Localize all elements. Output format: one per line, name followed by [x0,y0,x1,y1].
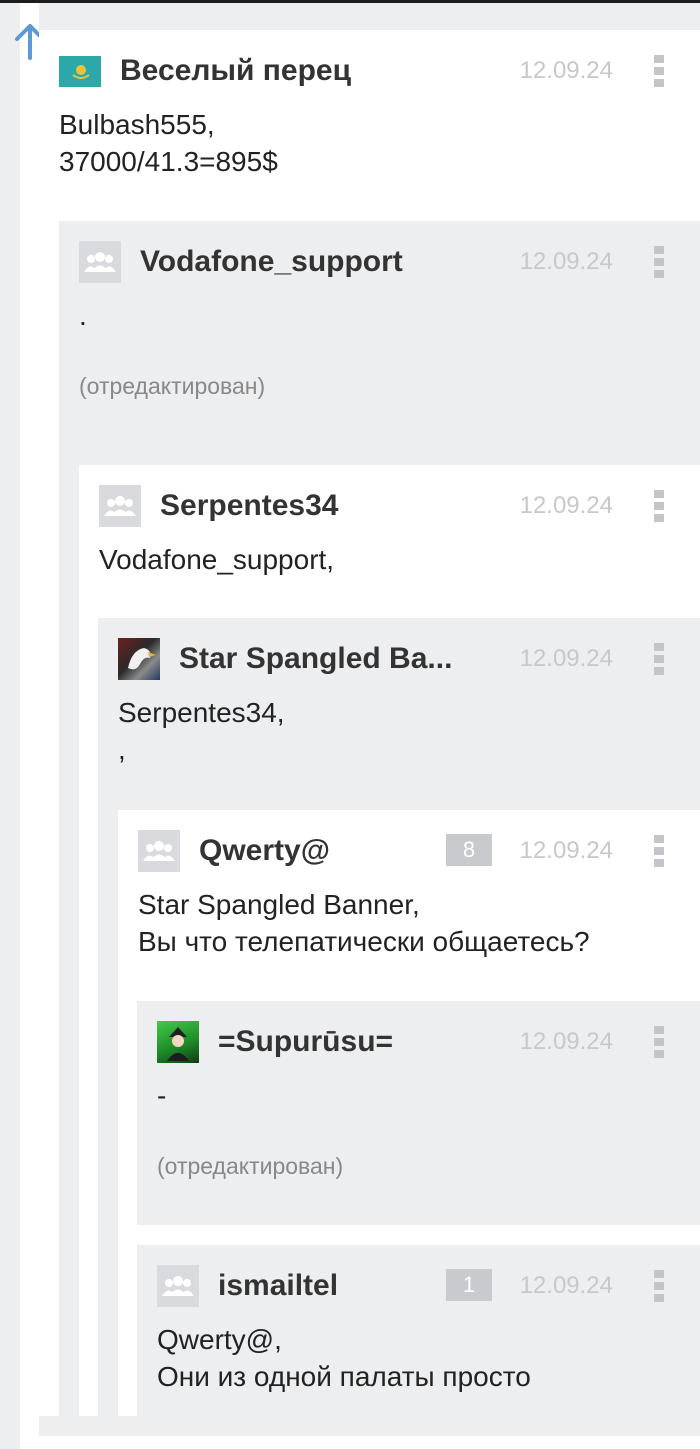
comment-header: Веселый перец 12.09.24 [59,50,700,92]
comment-date: 12.09.24 [519,57,613,84]
author-name[interactable]: Serpentes34 [160,485,338,527]
rating-badge: 1 [446,1269,492,1301]
avatar[interactable] [79,241,121,283]
comment-text: Qwerty@, Они из одной палаты просто [157,1324,531,1392]
more-options-icon[interactable] [654,246,664,278]
edited-label: (отредактирован) [157,1153,344,1179]
comment-date: 12.09.24 [519,645,613,672]
author-name[interactable]: Веселый перец [120,50,351,92]
comment-header: ismailtel 1 12.09.24 [157,1265,700,1307]
users-icon [104,496,136,516]
more-options-icon[interactable] [654,1270,664,1302]
comment-header: Vodafone_support 12.09.24 [79,241,700,283]
comment-4: Star Spangled Ba... 12.09.24 Serpentes34… [98,618,700,1416]
comment-header: Star Spangled Ba... 12.09.24 [118,638,700,680]
author-name[interactable]: Vodafone_support [140,241,403,283]
more-options-icon[interactable] [654,643,664,675]
avatar[interactable] [59,56,101,87]
more-options-icon[interactable] [654,490,664,522]
rating-badge: 8 [446,834,492,866]
edited-label: (отредактирован) [79,373,266,399]
users-icon [162,1276,194,1296]
comment-date: 12.09.24 [519,248,613,275]
thread-line[interactable] [20,3,39,1449]
comment-text: Bulbash555, 37000/41.3=895$ [59,109,278,177]
comment-6: =Supurūsu= 12.09.24 - (отредактирован) [137,1001,700,1225]
top-border [0,0,700,3]
comment-5: Qwerty@ 8 12.09.24 Star Spangled Banner,… [118,810,700,1416]
eagle-avatar-icon [128,648,156,670]
comment-text: . [79,300,87,331]
flag-avatar-icon [59,56,101,87]
more-options-icon[interactable] [654,55,664,87]
comment-header: Serpentes34 12.09.24 [99,485,700,527]
more-options-icon[interactable] [654,1026,664,1058]
comment-text: Vodafone_support, [99,544,335,575]
author-name[interactable]: ismailtel [218,1265,338,1307]
avatar[interactable] [157,1021,199,1063]
avatar[interactable] [99,485,141,527]
comment-3: Serpentes34 12.09.24 Vodafone_support, S… [79,465,700,1416]
comment-text: Serpentes34, , [118,697,285,765]
comment-7: ismailtel 1 12.09.24 Qwerty@, Они из одн… [137,1245,700,1416]
comment-date: 12.09.24 [519,1028,613,1055]
avatar[interactable] [157,1265,199,1307]
author-name[interactable]: Star Spangled Ba... [179,638,452,680]
comment-date: 12.09.24 [519,837,613,864]
author-name[interactable]: Qwerty@ [199,830,330,872]
avatar[interactable] [118,638,160,680]
comment-text: - [157,1080,167,1111]
anime-avatar-icon [167,1027,189,1061]
users-icon [84,252,116,272]
comment-date: 12.09.24 [519,1272,613,1299]
more-options-icon[interactable] [654,835,664,867]
comment-1: Веселый перец 12.09.24 Bulbash555, 37000… [39,30,700,1416]
users-icon [143,841,175,861]
comment-header: =Supurūsu= 12.09.24 [157,1021,700,1063]
comment-date: 12.09.24 [519,492,613,519]
comment-text: Star Spangled Banner, Вы что телепатичес… [138,889,590,957]
author-name[interactable]: =Supurūsu= [218,1021,393,1063]
comment-2: Vodafone_support 12.09.24 . (отредактиро… [59,221,700,1416]
avatar[interactable] [138,830,180,872]
next-comment-card [39,1436,700,1449]
comment-header: Qwerty@ 8 12.09.24 [138,830,700,872]
